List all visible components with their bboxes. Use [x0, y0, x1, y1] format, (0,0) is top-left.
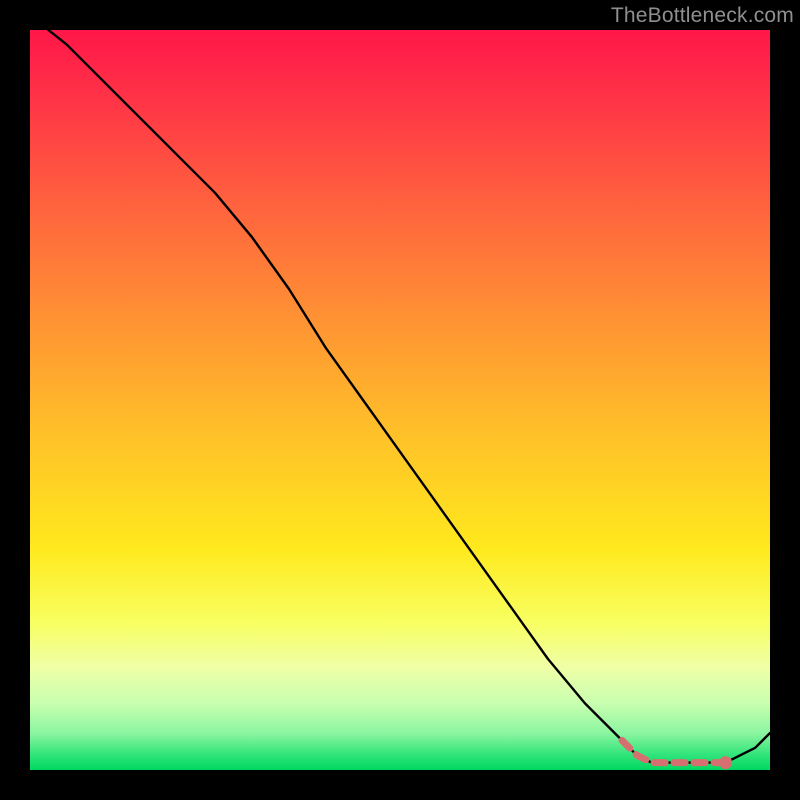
chart-overlay: [30, 30, 770, 770]
optimal-point-marker: [719, 756, 732, 769]
chart-stage: TheBottleneck.com: [0, 0, 800, 800]
watermark-text: TheBottleneck.com: [611, 4, 794, 28]
highlight-segment: [622, 740, 726, 762]
bottleneck-curve: [30, 15, 770, 762]
